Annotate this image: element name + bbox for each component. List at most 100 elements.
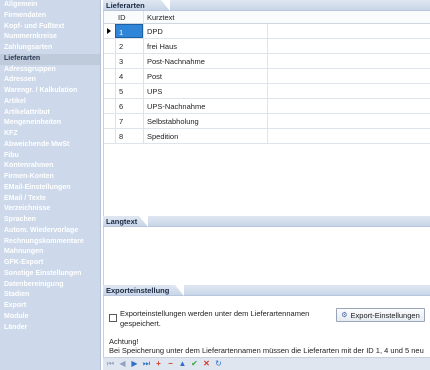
export-settings-button[interactable]: ⚙ Export-Einstellungen: [336, 308, 425, 322]
sidebar-item[interactable]: Artikel: [0, 97, 100, 108]
cell-id[interactable]: 3: [115, 54, 143, 68]
row-indicator: [104, 114, 115, 128]
nav-last-icon[interactable]: ⏭: [142, 359, 151, 369]
row-indicator: [104, 129, 115, 143]
row-indicator: [104, 54, 115, 68]
export-header: Exporteinstellung: [103, 285, 430, 296]
row-indicator: [104, 84, 115, 98]
cell-id[interactable]: 4: [115, 69, 143, 83]
nav-refresh-icon[interactable]: ↻: [214, 359, 223, 369]
sidebar-item[interactable]: Adressgruppen: [0, 65, 100, 76]
table-row[interactable]: 8 Spedition: [104, 129, 430, 144]
export-section: Exporteinstellung Exporteinstellungen we…: [103, 285, 430, 368]
cell-id[interactable]: 2: [115, 39, 143, 53]
grid-indicator-header: [104, 11, 115, 23]
cell-kurztext[interactable]: Post-Nachnahme: [143, 54, 268, 68]
sidebar-item[interactable]: Kopf- und Fußtext: [0, 22, 100, 33]
sidebar-item[interactable]: EMail-Einstellungen: [0, 183, 100, 194]
sidebar-item[interactable]: Firmen-Konten: [0, 172, 100, 183]
grid-header: ID Kurztext: [104, 11, 430, 24]
table-row[interactable]: 6 UPS-Nachnahme: [104, 99, 430, 114]
sidebar-item[interactable]: Verzeichnisse: [0, 204, 100, 215]
sidebar-item[interactable]: Kontenrahmen: [0, 161, 100, 172]
header-notch: [139, 216, 148, 227]
lieferarten-grid[interactable]: ID Kurztext 1 DPD 2 frei Haus 3 Post-Nachnahm…: [103, 11, 430, 216]
langtext-title: Langtext: [106, 217, 138, 226]
cell-kurztext[interactable]: DPD: [143, 24, 268, 38]
sidebar-item[interactable]: Firmendaten: [0, 11, 100, 22]
nav-prior-icon[interactable]: ◀: [118, 359, 127, 369]
sidebar-item[interactable]: EMail / Texte: [0, 194, 100, 205]
row-indicator: [104, 69, 115, 83]
table-row[interactable]: 1 DPD: [104, 24, 430, 39]
export-checkbox-label[interactable]: Exporteinstellungen werden unter dem Lie…: [120, 309, 330, 328]
nav-next-icon[interactable]: ▶: [130, 359, 139, 369]
lieferarten-header: Lieferarten: [103, 0, 430, 11]
sidebar-item[interactable]: Mahnungen: [0, 247, 100, 258]
sidebar-item[interactable]: Datenbereinigung: [0, 280, 100, 291]
lieferarten-title: Lieferarten: [106, 1, 145, 10]
sidebar-item[interactable]: Artikelattribut: [0, 108, 100, 119]
table-row[interactable]: 5 UPS: [104, 84, 430, 99]
export-settings-button-label: Export-Einstellungen: [350, 310, 420, 320]
grid-body: 1 DPD 2 frei Haus 3 Post-Nachnahme 4 Post 5 UPS 6 U…: [104, 24, 430, 144]
sidebar-item[interactable]: Sprachen: [0, 215, 100, 226]
main-panel: Lieferarten ID Kurztext 1 DPD 2 frei Haus 3 P…: [103, 0, 430, 370]
nav-first-icon[interactable]: ⏮: [106, 359, 115, 369]
record-navigator: ⏮ ◀ ▶ ⏭ + − ▲ ✔ ✕ ↻: [103, 357, 430, 370]
sidebar-item[interactable]: Abweichende MwSt: [0, 140, 100, 151]
current-row-arrow-icon: [107, 28, 111, 34]
sidebar-item[interactable]: Zahlungsarten: [0, 43, 100, 54]
cell-id[interactable]: 8: [115, 129, 143, 143]
sidebar-item[interactable]: Nummernkreise: [0, 32, 100, 43]
cell-id[interactable]: 7: [115, 114, 143, 128]
cell-kurztext[interactable]: UPS-Nachnahme: [143, 99, 268, 113]
sidebar-item[interactable]: GFK-Export: [0, 258, 100, 269]
sidebar-item[interactable]: Lieferarten: [0, 53, 100, 65]
sidebar-item[interactable]: Mengeneinheiten: [0, 118, 100, 129]
sidebar-item[interactable]: Länder: [0, 323, 100, 334]
row-indicator: [104, 99, 115, 113]
cell-id[interactable]: 5: [115, 84, 143, 98]
nav-delete-icon[interactable]: −: [166, 359, 175, 369]
sidebar-item[interactable]: Allgemein: [0, 0, 100, 11]
sidebar-item[interactable]: Fibu: [0, 151, 100, 162]
cell-kurztext[interactable]: Post: [143, 69, 268, 83]
settings-sliders-icon: ⚙: [341, 312, 348, 319]
table-row[interactable]: 4 Post: [104, 69, 430, 84]
table-row[interactable]: 3 Post-Nachnahme: [104, 54, 430, 69]
sidebar-item[interactable]: Stadien: [0, 290, 100, 301]
sidebar-item[interactable]: Warengr. / Kalkulation: [0, 86, 100, 97]
row-indicator: [104, 24, 115, 38]
nav-post-icon[interactable]: ✔: [190, 359, 199, 369]
cell-id[interactable]: 6: [115, 99, 143, 113]
langtext-header: Langtext: [103, 216, 430, 227]
column-header-kurztext[interactable]: Kurztext: [143, 11, 430, 23]
cell-kurztext[interactable]: Spedition: [143, 129, 268, 143]
column-header-id[interactable]: ID: [115, 11, 143, 23]
sidebar-item[interactable]: Rechnungskommentare: [0, 237, 100, 248]
header-notch: [161, 0, 170, 11]
nav-edit-icon[interactable]: ▲: [178, 359, 187, 369]
sidebar-item[interactable]: KFZ: [0, 129, 100, 140]
table-row[interactable]: 7 Selbstabholung: [104, 114, 430, 129]
cell-kurztext[interactable]: frei Haus: [143, 39, 268, 53]
sidebar-nav: Allgemein Firmendaten Kopf- und Fußtext Num…: [0, 0, 101, 370]
cell-kurztext[interactable]: Selbstabholung: [143, 114, 268, 128]
langtext-editor[interactable]: [103, 227, 430, 287]
header-notch: [175, 285, 184, 296]
sidebar-item[interactable]: Adressen: [0, 75, 100, 86]
export-title: Exporteinstellung: [106, 286, 170, 295]
sidebar-item[interactable]: Export: [0, 301, 100, 312]
langtext-section: Langtext: [103, 216, 430, 287]
table-row[interactable]: 2 frei Haus: [104, 39, 430, 54]
cell-kurztext[interactable]: UPS: [143, 84, 268, 98]
export-by-name-checkbox[interactable]: [109, 314, 117, 322]
cell-id[interactable]: 1: [115, 24, 143, 38]
sidebar-item[interactable]: Autom. Wiedervorlage: [0, 226, 100, 237]
row-indicator: [104, 39, 115, 53]
nav-cancel-icon[interactable]: ✕: [202, 359, 211, 369]
sidebar-item[interactable]: Module: [0, 312, 100, 323]
sidebar-item[interactable]: Sonstige Einstellungen: [0, 269, 100, 280]
nav-insert-icon[interactable]: +: [154, 359, 163, 369]
